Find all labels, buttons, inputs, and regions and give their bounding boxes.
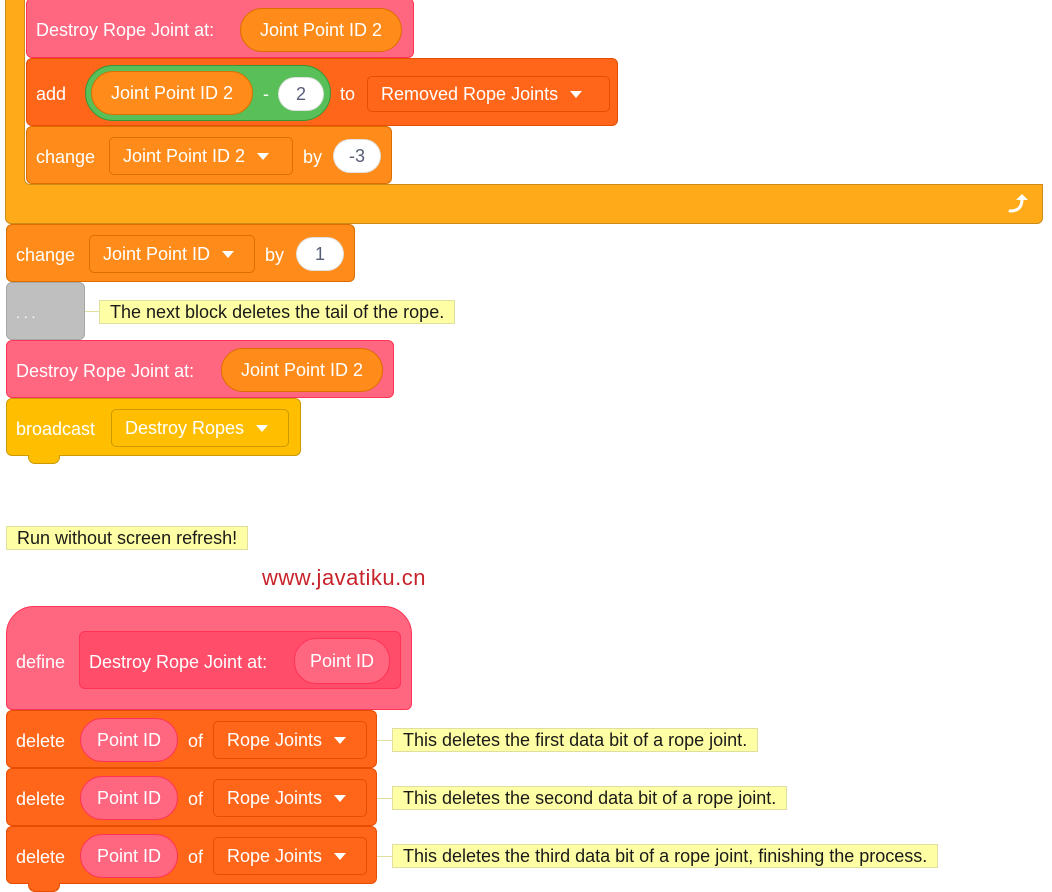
message-dropdown[interactable]: Destroy Ropes: [111, 409, 289, 447]
of-label: of: [188, 847, 204, 867]
add-to-list-block[interactable]: add Joint Point ID 2 - 2 to Removed Rope…: [26, 58, 618, 126]
list-dropdown[interactable]: Removed Rope Joints: [367, 76, 610, 112]
caret-down-icon: [222, 250, 235, 258]
of-label: of: [188, 789, 204, 809]
dropdown-value: Rope Joints: [227, 730, 323, 750]
block-label: broadcast: [16, 419, 96, 439]
operator-sign: -: [263, 84, 269, 104]
dropdown-value: Rope Joints: [227, 788, 323, 808]
joint-point-id-2-reporter[interactable]: Joint Point ID 2: [91, 71, 253, 115]
comment-note[interactable]: This deletes the first data bit of a rop…: [392, 728, 759, 752]
variable-dropdown[interactable]: Joint Point ID 2: [109, 137, 293, 175]
prototype-label: Destroy Rope Joint at:: [89, 652, 268, 672]
caret-down-icon: [334, 852, 347, 860]
delete-of-list-block[interactable]: delete Point ID of Rope Joints: [6, 826, 377, 884]
loop-arrow-icon: [1004, 191, 1032, 217]
caret-down-icon: [257, 152, 270, 160]
number-input[interactable]: 1: [296, 237, 344, 271]
define-label: define: [16, 652, 66, 672]
dropdown-value: Joint Point ID: [103, 244, 211, 264]
dropdown-value: Destroy Ropes: [125, 418, 245, 438]
destroy-rope-joint-block[interactable]: Destroy Rope Joint at: Joint Point ID 2: [26, 0, 414, 58]
comment-connector: [377, 740, 393, 741]
dropdown-value: Rope Joints: [227, 846, 323, 866]
number-input[interactable]: 2: [278, 77, 324, 111]
dropdown-value: Joint Point ID 2: [123, 146, 246, 166]
change-variable-block[interactable]: change Joint Point ID by 1: [6, 224, 355, 282]
list-dropdown[interactable]: Rope Joints: [213, 837, 367, 875]
variable-dropdown[interactable]: Joint Point ID: [89, 235, 255, 273]
block-label: Destroy Rope Joint at:: [16, 361, 195, 381]
broadcast-block[interactable]: broadcast Destroy Ropes: [6, 398, 301, 456]
to-label: to: [340, 84, 356, 104]
point-id-reporter[interactable]: Point ID: [80, 834, 178, 878]
caret-down-icon: [570, 90, 583, 98]
joint-point-id-2-reporter[interactable]: Joint Point ID 2: [221, 348, 383, 392]
caret-down-icon: [334, 794, 347, 802]
of-label: of: [188, 731, 204, 751]
comment-connector: [377, 798, 393, 799]
caret-down-icon: [256, 424, 269, 432]
block-label: Destroy Rope Joint at:: [36, 20, 215, 40]
list-dropdown[interactable]: Rope Joints: [213, 779, 367, 817]
joint-point-id-2-reporter[interactable]: Joint Point ID 2: [240, 8, 402, 52]
point-id-parameter[interactable]: Point ID: [294, 638, 390, 684]
block-notch: [28, 883, 60, 892]
number-input[interactable]: -3: [333, 139, 381, 173]
watermark: www.javatiku.cn: [262, 565, 427, 590]
comment-connector: [85, 311, 99, 312]
block-label: change: [16, 245, 76, 265]
list-dropdown[interactable]: Rope Joints: [213, 721, 367, 759]
comment-connector: [377, 856, 393, 857]
block-notch: [28, 455, 60, 464]
by-label: by: [303, 147, 323, 167]
change-variable-block[interactable]: change Joint Point ID 2 by -3: [26, 126, 392, 184]
block-label: delete: [16, 847, 66, 867]
point-id-reporter[interactable]: Point ID: [80, 776, 178, 820]
point-id-reporter[interactable]: Point ID: [80, 718, 178, 762]
block-label: . . .: [16, 305, 36, 321]
delete-of-list-block[interactable]: delete Point ID of Rope Joints: [6, 768, 377, 826]
block-label: delete: [16, 731, 66, 751]
caret-down-icon: [334, 736, 347, 744]
block-label: delete: [16, 789, 66, 809]
delete-of-list-block[interactable]: delete Point ID of Rope Joints: [6, 710, 377, 768]
dropdown-value: Removed Rope Joints: [381, 84, 559, 104]
gray-comment-block[interactable]: . . .: [6, 282, 85, 340]
by-label: by: [265, 245, 285, 265]
comment-note[interactable]: This deletes the second data bit of a ro…: [392, 786, 788, 810]
block-label: change: [36, 147, 96, 167]
run-without-refresh-note[interactable]: Run without screen refresh!: [6, 526, 249, 550]
destroy-rope-joint-block[interactable]: Destroy Rope Joint at: Joint Point ID 2: [6, 340, 394, 398]
comment-note[interactable]: This deletes the third data bit of a rop…: [392, 844, 939, 868]
block-label: add: [36, 84, 67, 104]
comment-note[interactable]: The next block deletes the tail of the r…: [99, 300, 456, 324]
